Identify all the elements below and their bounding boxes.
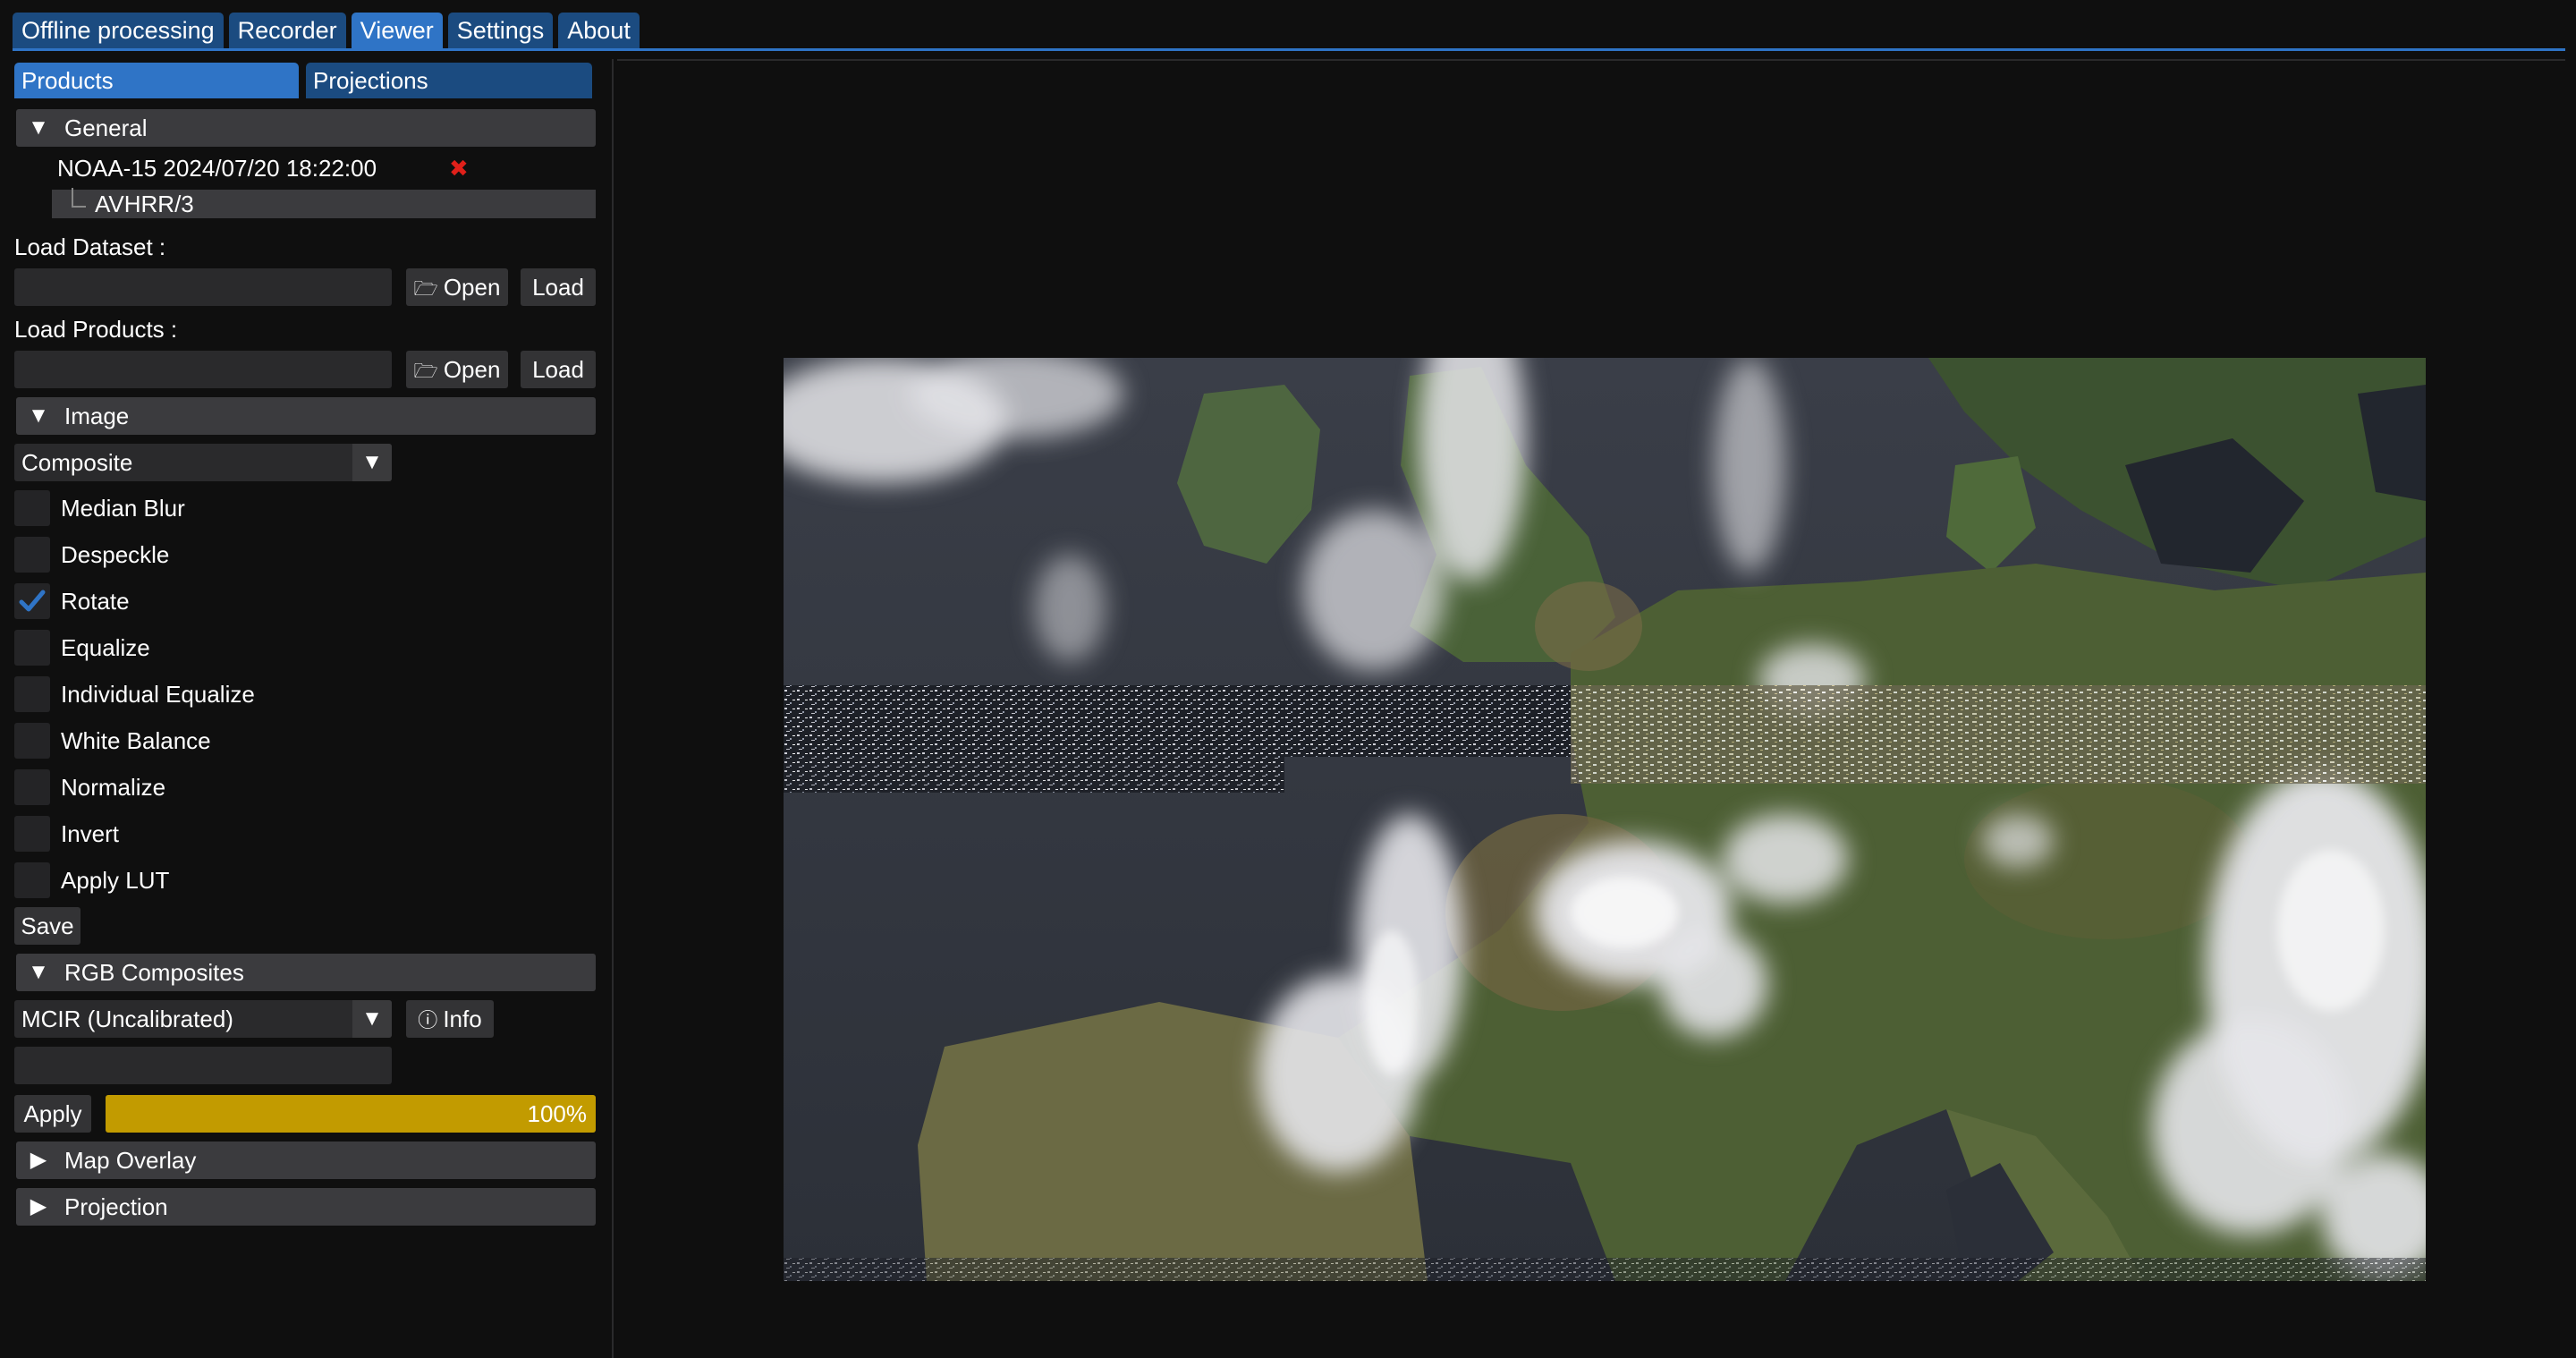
instrument-tree-item[interactable]: AVHRR/3 [95,190,194,218]
load-dataset-button[interactable]: Load [521,268,596,306]
individual-equalize-option[interactable]: Individual Equalize [14,675,462,712]
apply-button[interactable]: Apply [14,1095,91,1133]
rgb-composites-section-header[interactable]: ▼ RGB Composites [16,954,596,991]
tree-connector-icon [72,188,86,208]
folder-icon: 🗁 [413,277,438,300]
open-label: Open [443,356,501,383]
expanded-arrow-icon: ▼ [28,403,49,428]
invert-option[interactable]: Invert [14,814,462,852]
info-button[interactable]: ⓘ Info [406,1000,494,1038]
collapsed-arrow-icon: ▶ [30,1148,47,1172]
dataset-path-input[interactable] [14,268,392,306]
normalize-checkbox[interactable] [14,769,50,805]
checkbox-label: Normalize [61,774,166,801]
tab-about[interactable]: About [558,13,640,48]
progress-fill [106,1095,596,1133]
equalize-checkbox[interactable] [14,630,50,666]
checkmark-icon [19,590,46,612]
checkbox-label: Despeckle [61,541,170,568]
progress-percent: 100% [527,1100,588,1127]
app-window: Offline processing Recorder Viewer Setti… [0,0,2576,1358]
chevron-down-icon[interactable]: ▼ [352,1000,392,1038]
open-dataset-button[interactable]: 🗁 Open [406,268,508,306]
section-title: Projection [64,1193,168,1220]
processing-progress-bar: 100% [106,1095,596,1133]
checkbox-label: Equalize [61,634,150,661]
checkbox-label: Apply LUT [61,867,170,894]
tab-viewer[interactable]: Viewer [351,13,443,48]
section-title: Map Overlay [64,1147,197,1174]
load-products-label: Load Products : [14,316,178,343]
map-overlay-section-header[interactable]: ▶ Map Overlay [16,1142,596,1179]
section-title: RGB Composites [64,959,244,986]
tab-bar-underline [13,48,2565,51]
expanded-arrow-icon: ▼ [28,115,49,140]
rotate-checkbox[interactable] [14,583,50,619]
white-balance-option[interactable]: White Balance [14,721,462,759]
products-path-input[interactable] [14,351,392,388]
open-label: Open [443,274,501,301]
checkbox-label: Median Blur [61,495,185,522]
rgb-composite-select[interactable]: MCIR (Uncalibrated) ▼ [14,1000,392,1038]
products-panel: Products Projections ▼ General NOAA-15 2… [0,54,605,1358]
tab-recorder[interactable]: Recorder [228,13,346,48]
tab-projections[interactable]: Projections [306,63,592,98]
expanded-arrow-icon: ▼ [28,960,49,984]
collapsed-arrow-icon: ▶ [30,1194,47,1218]
satellite-image[interactable] [784,358,2426,1281]
rotate-option[interactable]: Rotate [14,581,462,619]
apply-lut-checkbox[interactable] [14,862,50,898]
general-section-header[interactable]: ▼ General [16,109,596,147]
save-button[interactable]: Save [14,907,80,945]
image-section-header[interactable]: ▼ Image [16,397,596,435]
white-balance-checkbox[interactable] [14,723,50,759]
invert-checkbox[interactable] [14,816,50,852]
dataset-tree-item[interactable]: NOAA-15 2024/07/20 18:22:00 [57,150,377,186]
main-tab-bar: Offline processing Recorder Viewer Setti… [13,13,640,48]
projection-section-header[interactable]: ▶ Projection [16,1188,596,1226]
viewer-border [617,59,2565,61]
image-mode-select[interactable]: Composite ▼ [14,444,392,481]
composite-expression-input[interactable] [14,1047,392,1084]
section-title: Image [64,403,130,429]
sub-tab-bar: Products Projections [14,63,592,98]
selected-value: MCIR (Uncalibrated) [21,1006,233,1032]
info-label: Info [443,1006,482,1032]
apply-lut-option[interactable]: Apply LUT [14,861,462,898]
load-dataset-label: Load Dataset : [14,233,166,260]
panel-splitter[interactable] [612,59,614,1358]
selected-value: Composite [21,449,133,476]
tab-offline-processing[interactable]: Offline processing [13,13,224,48]
checkbox-label: White Balance [61,727,211,754]
open-products-button[interactable]: 🗁 Open [406,351,508,388]
folder-icon: 🗁 [413,360,438,382]
section-title: General [64,115,148,141]
chevron-down-icon[interactable]: ▼ [352,444,392,481]
despeckle-checkbox[interactable] [14,537,50,573]
individual-equalize-checkbox[interactable] [14,676,50,712]
checkbox-label: Rotate [61,588,130,615]
checkbox-label: Invert [61,820,120,847]
normalize-option[interactable]: Normalize [14,768,462,805]
median-blur-option[interactable]: Median Blur [14,488,462,526]
median-blur-checkbox[interactable] [14,490,50,526]
tab-settings[interactable]: Settings [447,13,554,48]
image-viewer[interactable] [617,59,2565,1358]
info-icon: ⓘ [418,1009,438,1031]
checkbox-label: Individual Equalize [61,681,255,708]
load-products-button[interactable]: Load [521,351,596,388]
tab-products[interactable]: Products [14,63,299,98]
despeckle-option[interactable]: Despeckle [14,535,462,573]
close-icon[interactable]: ✖ [449,150,469,186]
equalize-option[interactable]: Equalize [14,628,462,666]
